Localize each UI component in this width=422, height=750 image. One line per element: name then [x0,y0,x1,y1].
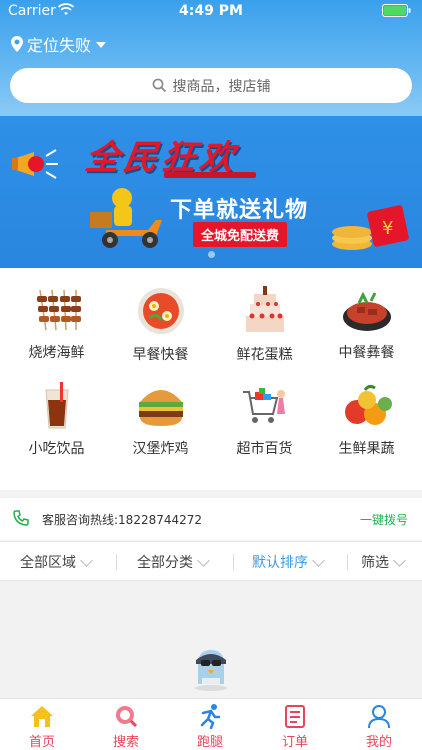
category-chinese[interactable]: 中餐彝餐 [314,272,419,362]
filter-more-label: 筛选 [361,555,389,571]
delivery-rider-illustration [90,188,162,248]
battery-icon [382,4,411,17]
category-label: 早餐快餐 [132,347,189,363]
chevron-down-icon [197,553,210,567]
category-breakfast[interactable]: 早餐快餐 [108,272,213,363]
bbq-skewers-icon [30,286,84,334]
filter-sort[interactable]: 默认排序 [252,542,325,582]
banner-ribbon [164,172,256,178]
tab-profile[interactable]: 我的 [337,699,421,750]
category-label: 汉堡炸鸡 [132,441,189,457]
megaphone-icon [12,149,58,179]
order-icon [285,705,305,728]
category-bbq[interactable]: 烧烤海鲜 [4,272,109,362]
tab-label: 搜索 [112,735,139,750]
fruit-icon [340,382,394,430]
divider [116,554,117,570]
search-placeholder: 搜商品，搜店铺 [172,78,271,95]
category-burger[interactable]: 汉堡炸鸡 [108,368,213,458]
category-fresh[interactable]: 生鲜果蔬 [314,368,419,458]
search-icon [116,706,138,728]
cake-icon [238,286,292,336]
location-label: 定位失败 [27,36,92,55]
tab-label: 我的 [365,735,392,750]
status-bar: Carrier 4:49 PM [0,0,422,22]
tab-label: 跑腿 [196,735,223,750]
drink-icon [30,382,84,430]
chevron-down-icon [312,553,325,567]
tab-errand[interactable]: 跑腿 [168,699,252,750]
chevron-down-icon [80,553,93,567]
category-label: 中餐彝餐 [338,345,395,361]
hotline-row: 客服咨询热线:18228744272 一键拨号 [0,498,422,540]
filter-category-label: 全部分类 [137,555,193,571]
category-label: 烧烤海鲜 [28,345,85,361]
top-header: Carrier 4:49 PM 定位失败 搜商品，搜店铺 [0,0,422,116]
category-label: 生鲜果蔬 [338,441,395,457]
location-pin-icon [11,36,23,52]
category-label: 超市百货 [236,441,293,457]
runner-icon [200,704,221,729]
caret-down-icon [96,42,107,48]
category-supermarket[interactable]: 超市百货 [212,368,317,458]
svg-text:¥: ¥ [382,218,393,239]
location-selector[interactable]: 定位失败 [10,32,107,56]
divider [347,554,348,570]
category-grid: 烧烤海鲜 早餐快餐 鲜花蛋糕 中餐彝餐 小吃饮品 汉堡炸鸡 超市百货 生鲜果蔬 [0,268,422,490]
category-label: 小吃饮品 [28,441,85,457]
filter-area[interactable]: 全部区域 [20,542,93,582]
one-click-dial-button[interactable]: 一键拨号 [360,511,408,528]
banner-subtitle: 下单就送礼物 [170,198,309,223]
category-label: 鲜花蛋糕 [236,347,293,363]
profile-icon [368,705,390,729]
bottom-tab-bar: 首页 搜索 跑腿 订单 我的 [0,698,422,750]
banner-free-delivery-badge: 全城免配送费 [193,222,288,247]
search-input[interactable]: 搜商品，搜店铺 [10,68,412,103]
carousel-indicator[interactable] [208,251,215,258]
tab-label: 订单 [281,735,308,750]
chinese-dish-icon [340,286,394,334]
shopping-cart-icon [238,382,292,430]
filter-sort-label: 默认排序 [252,555,308,571]
tab-search[interactable]: 搜索 [84,699,168,750]
tab-label: 首页 [28,735,55,750]
gift-coins-illustration: ¥ [332,205,409,250]
empty-state-mascot-icon [195,650,227,691]
filter-area-label: 全部区域 [20,555,76,571]
home-icon [31,706,53,727]
burger-icon [134,382,188,430]
divider [233,554,234,570]
tab-home[interactable]: 首页 [0,699,84,750]
category-cake[interactable]: 鲜花蛋糕 [212,272,317,363]
clock: 4:49 PM [179,3,243,19]
category-snacks[interactable]: 小吃饮品 [4,368,109,458]
filter-more[interactable]: 筛选 [361,542,406,582]
phone-icon [13,510,29,526]
hotline-text: 客服咨询热线:18228744272 [42,513,203,527]
search-icon [152,78,166,93]
breakfast-bowl-icon [134,286,188,336]
tab-orders[interactable]: 订单 [253,699,337,750]
filter-bar: 全部区域 全部分类 默认排序 筛选 [0,541,422,581]
promo-banner[interactable]: 全民狂欢 下单就送礼物 全城免配送费 ¥ [0,116,422,268]
chevron-down-icon [393,553,406,567]
filter-category[interactable]: 全部分类 [137,542,210,582]
